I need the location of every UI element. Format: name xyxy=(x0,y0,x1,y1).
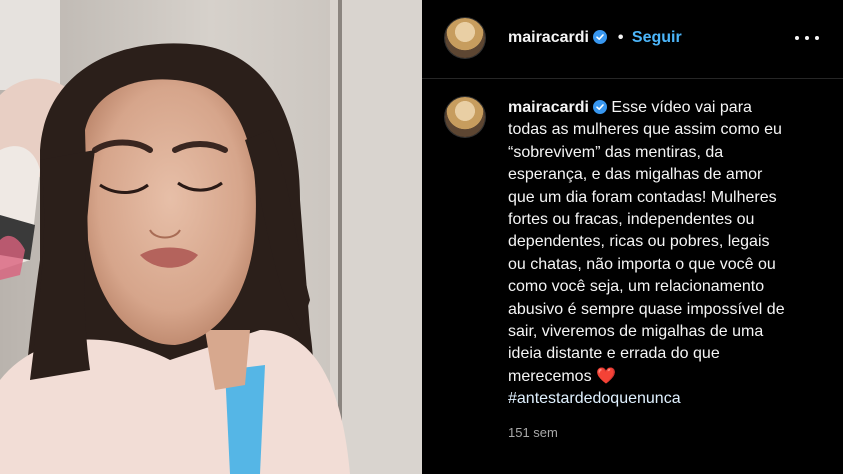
caption-line: ideia distante e errada do que xyxy=(508,345,720,363)
post-timestamp[interactable]: 151 sem xyxy=(508,425,558,440)
post-video[interactable] xyxy=(0,0,422,474)
caption-line: sair, viveremos de migalhas de uma xyxy=(508,323,764,341)
red-heart-emoji-icon: ❤️ xyxy=(596,367,616,385)
post-modal: mairacardi • Seguir mairacardi Esse víde… xyxy=(0,0,843,474)
separator-dot: • xyxy=(617,29,624,46)
video-frame-image xyxy=(0,0,422,474)
more-options-icon[interactable] xyxy=(795,30,819,46)
hashtag-link[interactable]: #antestardedoquenunca xyxy=(508,390,681,407)
caption-line: merecemos xyxy=(508,367,592,385)
caption-line: todas as mulheres que assim como eu xyxy=(508,121,782,139)
post-sidebar: mairacardi • Seguir mairacardi Esse víde… xyxy=(422,0,843,474)
username-link[interactable]: mairacardi xyxy=(508,29,589,46)
caption-line: ou chatas, não importa o que você ou xyxy=(508,255,776,273)
caption-line: fortes ou fracas, independentes ou xyxy=(508,211,755,229)
post-caption: mairacardi Esse vídeo vai para todas as … xyxy=(508,97,828,411)
caption-line: abusivo é sempre quase impossível de xyxy=(508,300,785,318)
caption-line: dependentes, ricas ou pobres, legais xyxy=(508,233,770,251)
caption-line: como você seja, um relacionamento xyxy=(508,278,765,296)
verified-badge-icon xyxy=(592,100,607,114)
header-user-row: mairacardi • Seguir xyxy=(508,29,682,47)
follow-button[interactable]: Seguir xyxy=(632,29,682,46)
avatar[interactable] xyxy=(445,18,485,58)
caption-username-link[interactable]: mairacardi xyxy=(508,99,589,116)
caption-avatar[interactable] xyxy=(445,97,485,137)
caption-line: “sobrevivem” das mentiras, da xyxy=(508,143,724,161)
verified-badge-icon xyxy=(593,30,608,44)
caption-line: esperança, e das migalhas de amor xyxy=(508,166,763,184)
caption-line: que um dia foram contadas! Mulheres xyxy=(508,188,777,206)
caption-line: Esse vídeo vai para xyxy=(611,99,752,116)
post-header: mairacardi • Seguir xyxy=(422,0,843,79)
